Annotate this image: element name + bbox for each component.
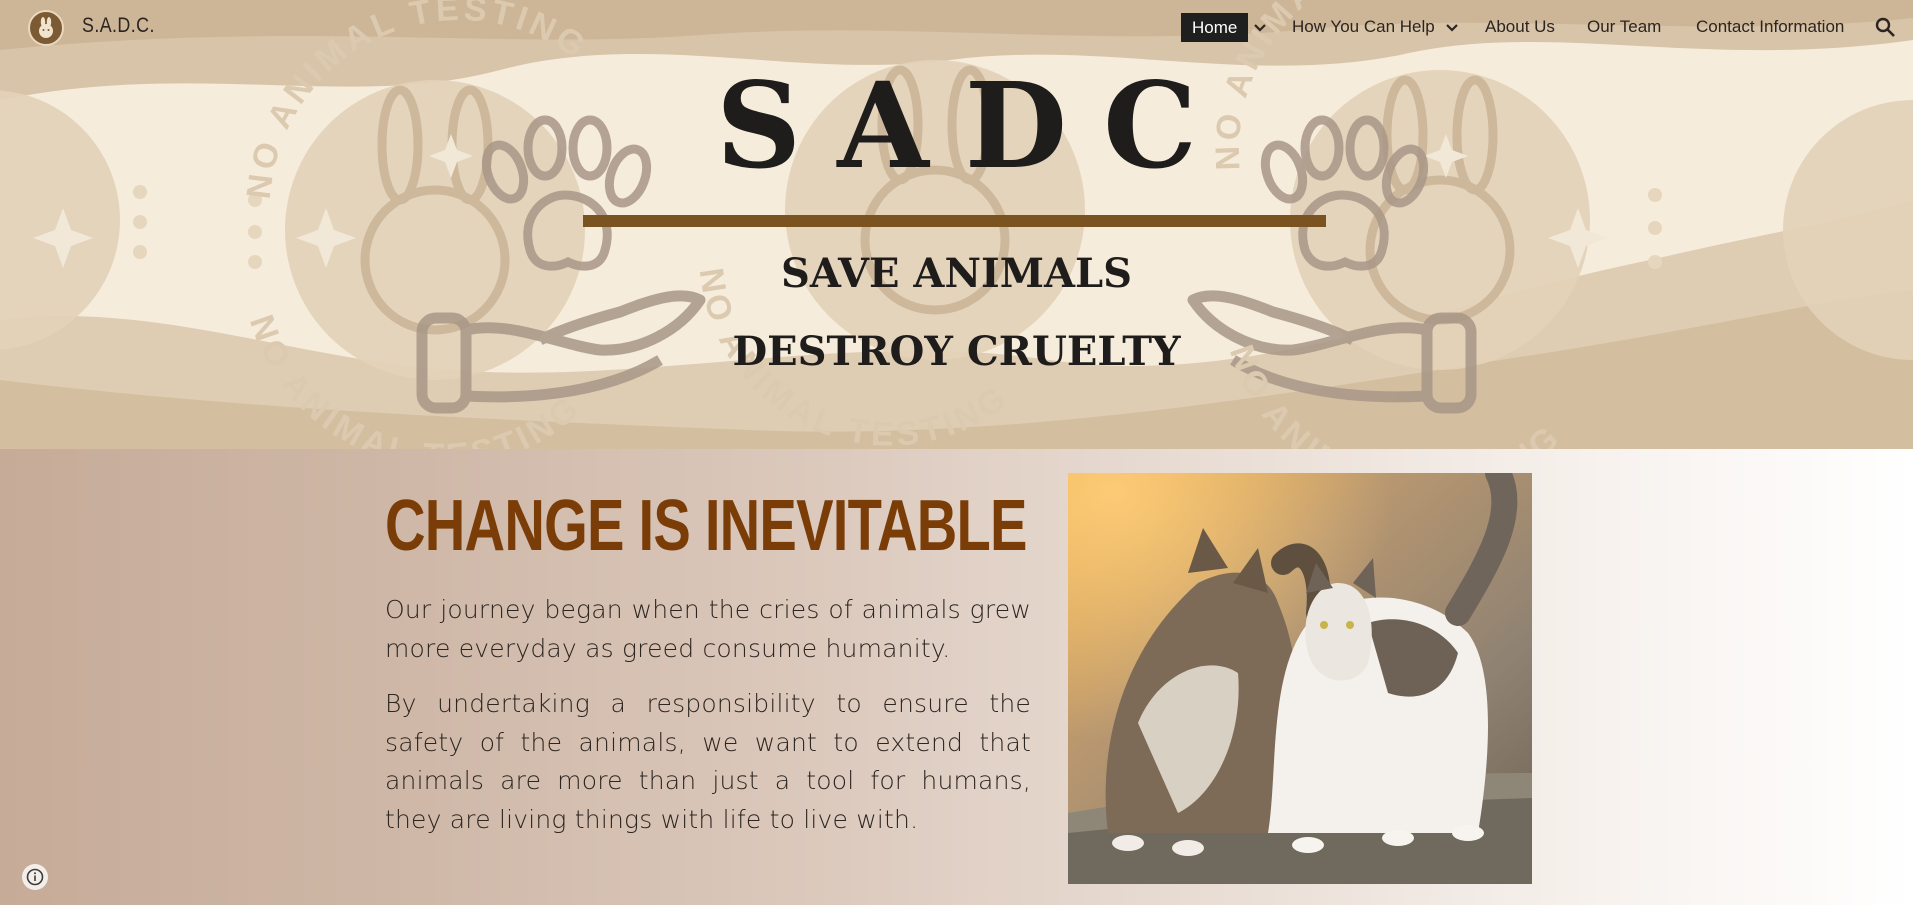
intro-section: CHANGE IS INEVITABLE Our journey began w… xyxy=(0,449,1913,905)
intro-paragraph-1: Our journey began when the cries of anim… xyxy=(385,595,1031,663)
nav-item-home[interactable]: Home xyxy=(1181,13,1249,42)
nav-item-about-us[interactable]: About Us xyxy=(1485,14,1555,40)
bunny-logo-icon[interactable] xyxy=(28,10,64,46)
site-name[interactable]: S.A.D.C. xyxy=(82,14,155,38)
hero-banner: NO ANIMAL TESTING NO ANIMAL TESTING NO A… xyxy=(0,0,1913,449)
cats-photo xyxy=(1068,473,1532,884)
nav-item-our-team[interactable]: Our Team xyxy=(1587,14,1661,40)
nav-item-how-you-can-help[interactable]: How You Can Help xyxy=(1292,14,1435,40)
chevron-down-icon[interactable] xyxy=(1443,19,1461,37)
nav-item-contact-information[interactable]: Contact Information xyxy=(1696,14,1844,40)
hero-title: SADC xyxy=(715,56,1233,195)
section-heading: CHANGE IS INEVITABLE xyxy=(385,486,1028,566)
hero-divider xyxy=(583,215,1326,227)
top-navigation: S.A.D.C. Home How You Can Help About Us … xyxy=(0,0,1913,54)
hero-subtitle-save-animals: SAVE ANIMALS xyxy=(780,250,1133,297)
hero-subtitle-destroy-cruelty: DESTROY CRUELTY xyxy=(732,328,1181,375)
chevron-down-icon[interactable] xyxy=(1251,19,1269,37)
search-icon[interactable] xyxy=(1874,16,1896,38)
info-icon[interactable] xyxy=(22,864,48,890)
intro-paragraph-2: By undertaking a responsibility to ensur… xyxy=(385,689,1031,834)
